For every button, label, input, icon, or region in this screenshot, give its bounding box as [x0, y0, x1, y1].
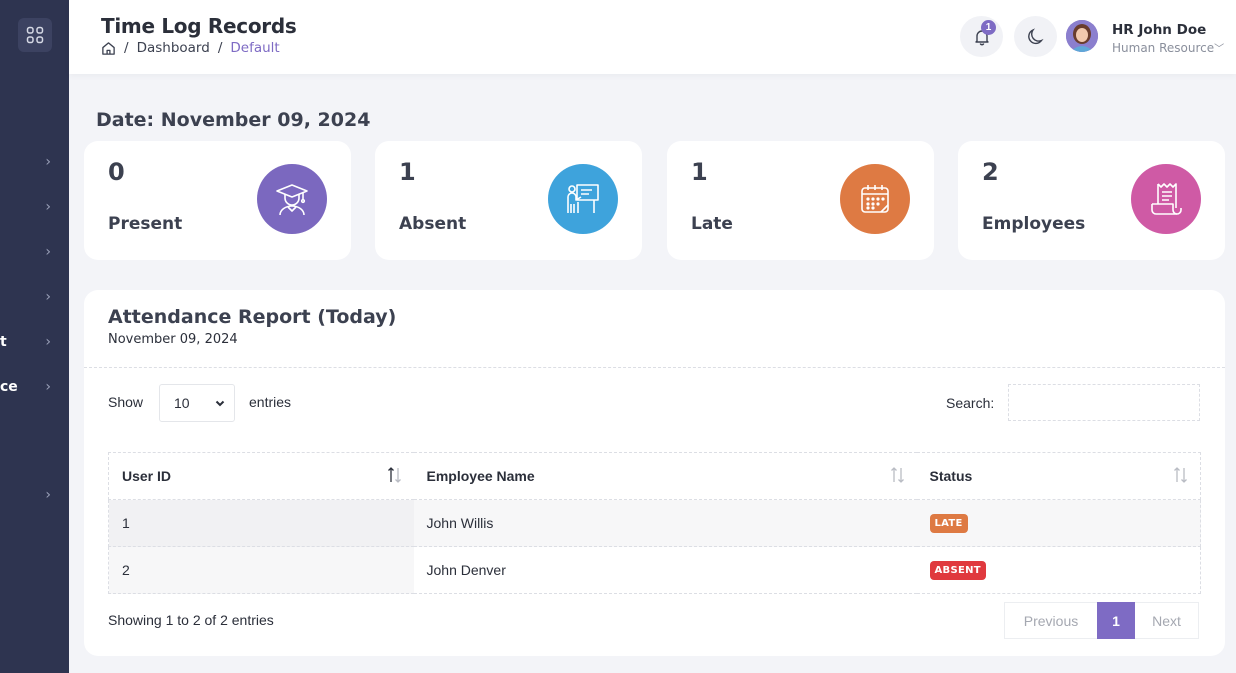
stat-card-employees: 2 Employees: [958, 141, 1225, 260]
status-badge: ABSENT: [929, 561, 986, 580]
pagination: Previous 1 Next: [1004, 602, 1199, 639]
sidebar-item-chevron-icon[interactable]: ›: [45, 487, 51, 503]
stat-label: Employees: [982, 214, 1086, 234]
report-title: Attendance Report (Today): [108, 306, 397, 328]
teacher-board-icon: [548, 164, 618, 234]
page-title: Time Log Records: [101, 14, 297, 38]
sidebar-top: [0, 0, 69, 74]
avatar-icon: [1066, 20, 1098, 52]
column-header-user-id[interactable]: User ID: [108, 452, 414, 500]
calendar-icon: [840, 164, 910, 234]
sidebar-item-chevron-icon[interactable]: ›: [45, 379, 51, 395]
stat-card-present: 0 Present: [84, 141, 351, 260]
notifications-button[interactable]: 1: [960, 16, 1003, 57]
apps-grid-button[interactable]: [17, 18, 52, 52]
status-badge: LATE: [929, 514, 968, 533]
page-1-button[interactable]: 1: [1097, 602, 1135, 639]
user-name[interactable]: HR John Doe: [1112, 22, 1206, 38]
stat-card-absent: 1 Absent: [375, 141, 642, 260]
dark-mode-toggle[interactable]: [1014, 16, 1057, 57]
next-page-button[interactable]: Next: [1135, 602, 1199, 639]
cell-employee-name: John Willis: [413, 499, 917, 547]
sidebar-item-chevron-icon[interactable]: ›: [45, 154, 51, 170]
column-header-employee-name[interactable]: Employee Name: [413, 452, 917, 500]
sidebar-item-label[interactable]: t: [0, 334, 7, 350]
table-row: 1 John Willis LATE: [108, 499, 1201, 547]
sort-icon: [1174, 467, 1187, 483]
stat-value: 1: [691, 158, 708, 186]
sort-icon: [387, 467, 401, 483]
receipt-icon: [1131, 164, 1201, 234]
cell-user-id: 1: [108, 499, 414, 547]
show-label: Show: [108, 394, 144, 410]
breadcrumb-dashboard[interactable]: Dashboard: [137, 40, 210, 56]
user-role[interactable]: Human Resource﹀: [1112, 40, 1224, 55]
cell-user-id: 2: [108, 546, 414, 594]
sidebar-item-label[interactable]: ce: [0, 379, 18, 395]
stat-card-late: 1 Late: [667, 141, 934, 260]
divider: [84, 367, 1225, 368]
sidebar-item-chevron-icon[interactable]: ›: [45, 289, 51, 305]
stat-label: Absent: [399, 214, 467, 234]
breadcrumb-separator: /: [217, 40, 223, 56]
stat-value: 2: [982, 158, 999, 186]
attendance-table: User ID Employee Name Status 1 John Will…: [108, 452, 1201, 594]
home-icon[interactable]: [101, 41, 116, 56]
breadcrumb: / Dashboard / Default: [101, 40, 280, 56]
date-heading: Date: November 09, 2024: [96, 109, 371, 131]
entries-label: entries: [249, 394, 292, 410]
breadcrumb-default: Default: [230, 40, 280, 56]
breadcrumb-separator: /: [124, 40, 129, 56]
attendance-report-card: Attendance Report (Today) November 09, 2…: [84, 290, 1225, 656]
sort-icon: [890, 467, 904, 483]
grid-icon: [26, 26, 43, 44]
cell-status: ABSENT: [916, 546, 1201, 594]
stat-label: Present: [108, 214, 183, 234]
report-date: November 09, 2024: [108, 332, 238, 347]
entries-select-value: 10: [174, 395, 190, 411]
stat-value: 0: [108, 158, 125, 186]
sidebar-item-chevron-icon[interactable]: ›: [45, 199, 51, 215]
notification-count-badge: 1: [981, 20, 996, 35]
cell-employee-name: John Denver: [413, 546, 917, 594]
stat-label: Late: [691, 214, 733, 234]
moon-icon: [1027, 27, 1044, 44]
stat-value: 1: [399, 158, 416, 186]
table-header-row: User ID Employee Name Status: [108, 452, 1201, 500]
search-label: Search:: [946, 395, 995, 411]
chevron-down-icon: [215, 400, 225, 407]
entries-per-page-select[interactable]: 10: [159, 384, 235, 422]
column-header-status[interactable]: Status: [916, 452, 1201, 500]
sidebar: › › › › t › ce › ›: [0, 0, 69, 673]
previous-page-button[interactable]: Previous: [1004, 602, 1097, 639]
cell-status: LATE: [916, 499, 1201, 547]
search-input[interactable]: [1008, 384, 1200, 421]
sidebar-item-chevron-icon[interactable]: ›: [45, 244, 51, 260]
graduate-icon: [257, 164, 327, 234]
sidebar-item-chevron-icon[interactable]: ›: [45, 334, 51, 350]
user-avatar[interactable]: [1066, 20, 1098, 52]
table-row: 2 John Denver ABSENT: [108, 546, 1201, 594]
table-info: Showing 1 to 2 of 2 entries: [108, 612, 274, 628]
top-header: Time Log Records / Dashboard / Default 1…: [69, 0, 1236, 74]
chevron-down-icon: ﹀: [1214, 44, 1225, 55]
